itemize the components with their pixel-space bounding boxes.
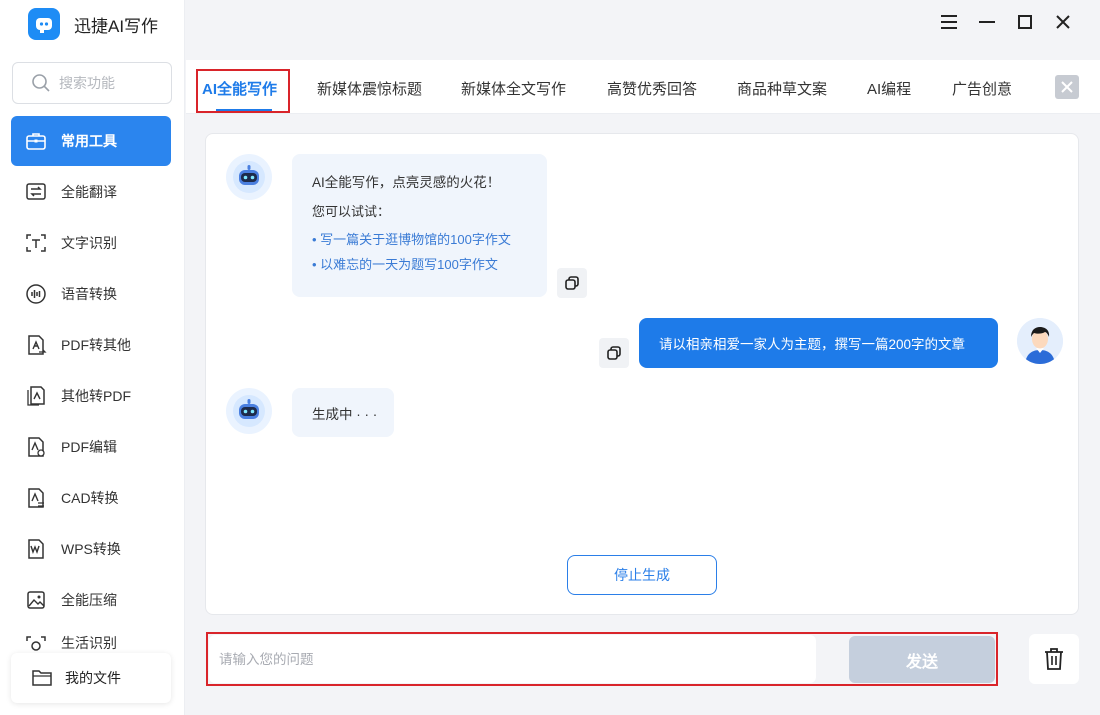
sidebar-item-label: 全能压缩 bbox=[61, 591, 117, 608]
minimize-icon bbox=[979, 21, 995, 23]
robot-icon bbox=[233, 161, 265, 193]
user-message-bubble: 请以相亲相爱一家人为主题，撰写一篇200字的文章 bbox=[639, 318, 998, 368]
sidebar-item-label: 全能翻译 bbox=[61, 183, 117, 200]
sidebar-item-translate[interactable]: 全能翻译 bbox=[0, 166, 185, 217]
cad-convert-icon bbox=[24, 486, 48, 510]
pdf-convert-icon bbox=[24, 333, 48, 357]
tab-highlight-box bbox=[196, 69, 290, 113]
tab-top-answer[interactable]: 高赞优秀回答 bbox=[607, 78, 697, 99]
question-input[interactable] bbox=[209, 635, 816, 683]
search-icon bbox=[32, 74, 50, 92]
sidebar-item-label: WPS转换 bbox=[61, 540, 121, 557]
text-recognition-icon bbox=[24, 231, 48, 255]
sidebar-item-common-tools[interactable]: 常用工具 bbox=[11, 116, 171, 166]
bot-avatar bbox=[226, 154, 272, 200]
sidebar: 迅捷AI写作 搜索功能 常用工具 全能翻译 文字识别 语音转换 PDF转其他 其… bbox=[0, 0, 185, 715]
bot-avatar bbox=[226, 388, 272, 434]
send-button[interactable]: 发送 bbox=[849, 636, 995, 683]
sidebar-item-pdf-edit[interactable]: PDF编辑 bbox=[0, 421, 185, 472]
wps-convert-icon bbox=[24, 537, 48, 561]
user-avatar bbox=[1017, 318, 1063, 364]
tab-shock-title[interactable]: 新媒体震惊标题 bbox=[317, 78, 422, 99]
sidebar-item-text-recognition[interactable]: 文字识别 bbox=[0, 217, 185, 268]
tab-full-article[interactable]: 新媒体全文写作 bbox=[461, 78, 566, 99]
sidebar-item-label: PDF编辑 bbox=[61, 438, 117, 455]
copy-icon bbox=[607, 346, 621, 360]
app-title: 迅捷AI写作 bbox=[74, 16, 159, 36]
sidebar-item-compress[interactable]: 全能压缩 bbox=[0, 574, 185, 625]
close-icon bbox=[1061, 81, 1073, 93]
folder-icon bbox=[31, 668, 53, 688]
translate-icon bbox=[24, 180, 48, 204]
bot-intro-line: 您可以试试： bbox=[312, 204, 391, 219]
voice-convert-icon bbox=[24, 282, 48, 306]
compress-icon bbox=[24, 588, 48, 612]
toolbox-icon bbox=[24, 129, 48, 153]
sidebar-search[interactable]: 搜索功能 bbox=[12, 62, 172, 104]
stop-generation-button[interactable]: 停止生成 bbox=[567, 555, 717, 595]
my-files-label: 我的文件 bbox=[65, 670, 121, 686]
copy-button[interactable] bbox=[599, 338, 629, 368]
sidebar-item-other-to-pdf[interactable]: 其他转PDF bbox=[0, 370, 185, 421]
trash-icon bbox=[1045, 648, 1063, 670]
bot-intro-bubble: AI全能写作，点亮灵感的火花！ 您可以试试： • 写一篇关于逛博物馆的100字作… bbox=[292, 154, 547, 297]
search-placeholder: 搜索功能 bbox=[59, 75, 115, 91]
maximize-button[interactable] bbox=[1016, 9, 1034, 35]
my-files-button[interactable]: 我的文件 bbox=[11, 653, 171, 703]
bot-generating-bubble: 生成中 · · · bbox=[292, 388, 394, 437]
sidebar-item-label: CAD转换 bbox=[61, 489, 119, 506]
sidebar-item-label: PDF转其他 bbox=[61, 336, 131, 353]
pdf-edit-icon bbox=[24, 435, 48, 459]
sidebar-nav: 常用工具 全能翻译 文字识别 语音转换 PDF转其他 其他转PDF PDF编辑 bbox=[0, 116, 185, 655]
close-window-button[interactable] bbox=[1054, 9, 1072, 35]
sidebar-item-label: 文字识别 bbox=[61, 234, 117, 251]
suggestion-link[interactable]: • 以难忘的一天为题写100字作文 bbox=[312, 254, 498, 273]
close-icon bbox=[1056, 15, 1070, 29]
bot-intro-line: AI全能写作，点亮灵感的火花！ bbox=[312, 175, 501, 190]
tab-ai-coding[interactable]: AI编程 bbox=[867, 78, 911, 99]
robot-logo-icon bbox=[28, 8, 60, 40]
robot-icon bbox=[233, 395, 265, 427]
copy-icon bbox=[565, 276, 579, 290]
app-logo: 迅捷AI写作 bbox=[28, 8, 158, 40]
to-pdf-icon bbox=[24, 384, 48, 408]
sidebar-item-label: 常用工具 bbox=[61, 133, 117, 149]
sidebar-item-pdf-to-other[interactable]: PDF转其他 bbox=[0, 319, 185, 370]
close-tabs-button[interactable] bbox=[1055, 75, 1079, 99]
suggestion-link[interactable]: • 写一篇关于逛博物馆的100字作文 bbox=[312, 229, 511, 248]
menu-button[interactable] bbox=[940, 9, 958, 35]
life-recognition-icon bbox=[24, 633, 48, 655]
copy-button[interactable] bbox=[557, 268, 587, 298]
maximize-icon bbox=[1018, 15, 1032, 29]
tab-product-copy[interactable]: 商品种草文案 bbox=[737, 78, 827, 99]
hamburger-icon bbox=[941, 15, 957, 29]
clear-chat-button[interactable] bbox=[1029, 634, 1079, 684]
user-avatar-icon bbox=[1017, 318, 1063, 364]
sidebar-item-wps[interactable]: WPS转换 bbox=[0, 523, 185, 574]
generating-text: 生成中 · · · bbox=[312, 406, 378, 422]
sidebar-item-label: 语音转换 bbox=[61, 285, 117, 302]
sidebar-item-cad[interactable]: CAD转换 bbox=[0, 472, 185, 523]
sidebar-item-label: 生活识别 bbox=[61, 635, 117, 651]
user-message-text: 请以相亲相爱一家人为主题，撰写一篇200字的文章 bbox=[659, 337, 966, 352]
sidebar-item-label: 其他转PDF bbox=[61, 387, 131, 404]
feature-tabs: AI全能写作 新媒体震惊标题 新媒体全文写作 高赞优秀回答 商品种草文案 AI编… bbox=[186, 60, 1100, 114]
sidebar-item-voice[interactable]: 语音转换 bbox=[0, 268, 185, 319]
window-controls bbox=[940, 9, 1072, 35]
tab-ad-creative[interactable]: 广告创意 bbox=[952, 78, 1012, 99]
sidebar-item-life-recognition[interactable]: 生活识别 bbox=[0, 625, 185, 655]
minimize-button[interactable] bbox=[978, 9, 996, 35]
